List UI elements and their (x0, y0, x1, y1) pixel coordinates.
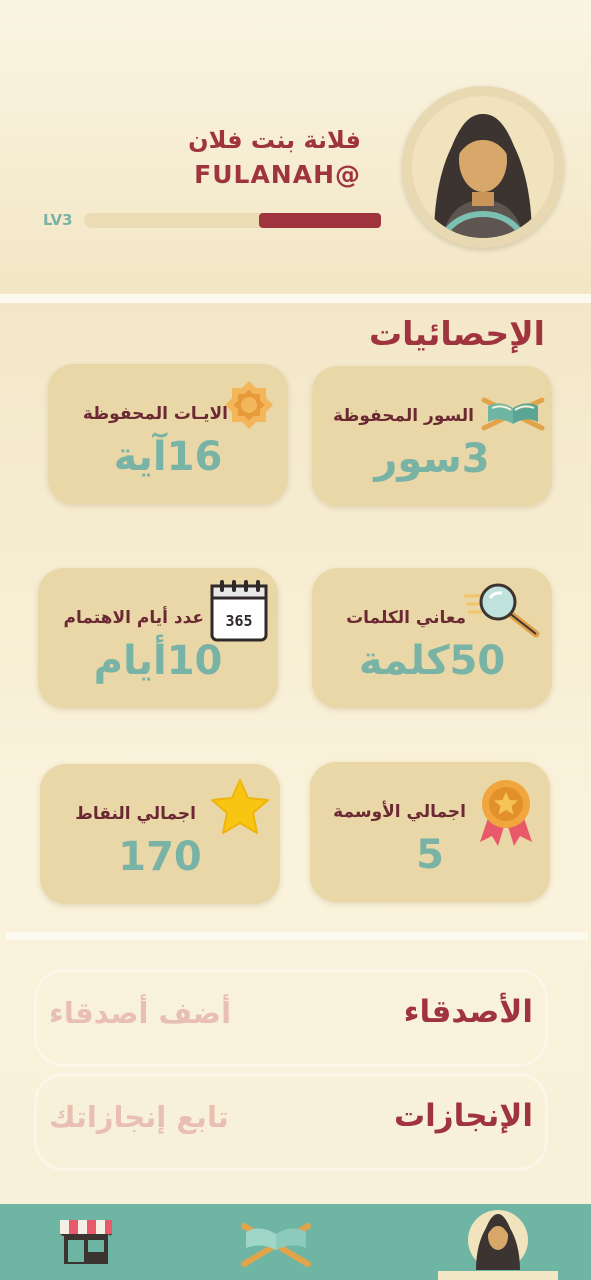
stat-card-points[interactable]: اجمالي النقاط 170 (40, 764, 280, 904)
hijab-woman-icon (434, 114, 532, 238)
profile-avatar-icon[interactable] (464, 1208, 532, 1272)
friends-row[interactable]: الأصدقاء أضف أصدقاء (34, 969, 548, 1067)
star-icon (211, 779, 269, 834)
stat-value: 50كلمة (358, 638, 506, 684)
level-progress-bar (84, 213, 381, 228)
add-friends-button[interactable]: أضف أصدقاء (49, 996, 231, 1030)
level-label: LV3 (43, 211, 73, 229)
stat-card-medals[interactable]: اجمالي الأوسمة 5 (310, 762, 550, 902)
stat-value: 16آية (113, 434, 223, 480)
friends-title: الأصدقاء (403, 994, 533, 1030)
stat-value: 170 (118, 834, 202, 880)
active-tab-indicator (438, 1271, 558, 1280)
achievements-title: الإنجازات (394, 1098, 533, 1134)
stat-label: السور المحفوظة (333, 406, 474, 426)
stat-value: 10أيام (93, 638, 223, 684)
level-progress-fill (259, 213, 381, 228)
profile-handle: FULANAH@ (194, 160, 361, 189)
calendar-text: 365 (225, 612, 252, 630)
profile-avatar[interactable] (402, 86, 564, 248)
stat-card-verses[interactable]: الايـات المحفوظة 16آية (48, 364, 288, 504)
open-quran-icon (481, 397, 545, 431)
header-divider (0, 294, 591, 303)
eight-point-star-icon (224, 380, 274, 430)
medal-icon (480, 780, 532, 846)
stat-label: اجمالي الأوسمة (333, 802, 466, 822)
stats-title: الإحصائيات (369, 314, 545, 353)
magnifier-icon (464, 583, 540, 638)
stat-label: عدد أيام الاهتمام (63, 608, 205, 628)
store-icon[interactable] (58, 1216, 114, 1266)
stat-card-days[interactable]: عدد أيام الاهتمام 10أيام 365 (38, 568, 278, 708)
profile-name: فلانة بنت فلان (188, 126, 361, 154)
section-divider (6, 932, 588, 940)
stat-label: معاني الكلمات (346, 608, 466, 628)
stat-card-surahs[interactable]: السور المحفوظة 3سور (312, 366, 552, 506)
stat-value: 3سور (374, 436, 490, 482)
stat-label: الايـات المحفوظة (82, 404, 228, 424)
achievements-row[interactable]: الإنجازات تابع إنجازاتك (34, 1073, 548, 1171)
follow-achievements-button[interactable]: تابع إنجازاتك (49, 1100, 229, 1134)
calendar-365-icon: 365 (210, 580, 268, 642)
stat-label: اجمالي النقاط (75, 804, 196, 824)
quran-icon[interactable] (238, 1218, 314, 1268)
stat-card-word-meanings[interactable]: معاني الكلمات 50كلمة (312, 568, 552, 708)
